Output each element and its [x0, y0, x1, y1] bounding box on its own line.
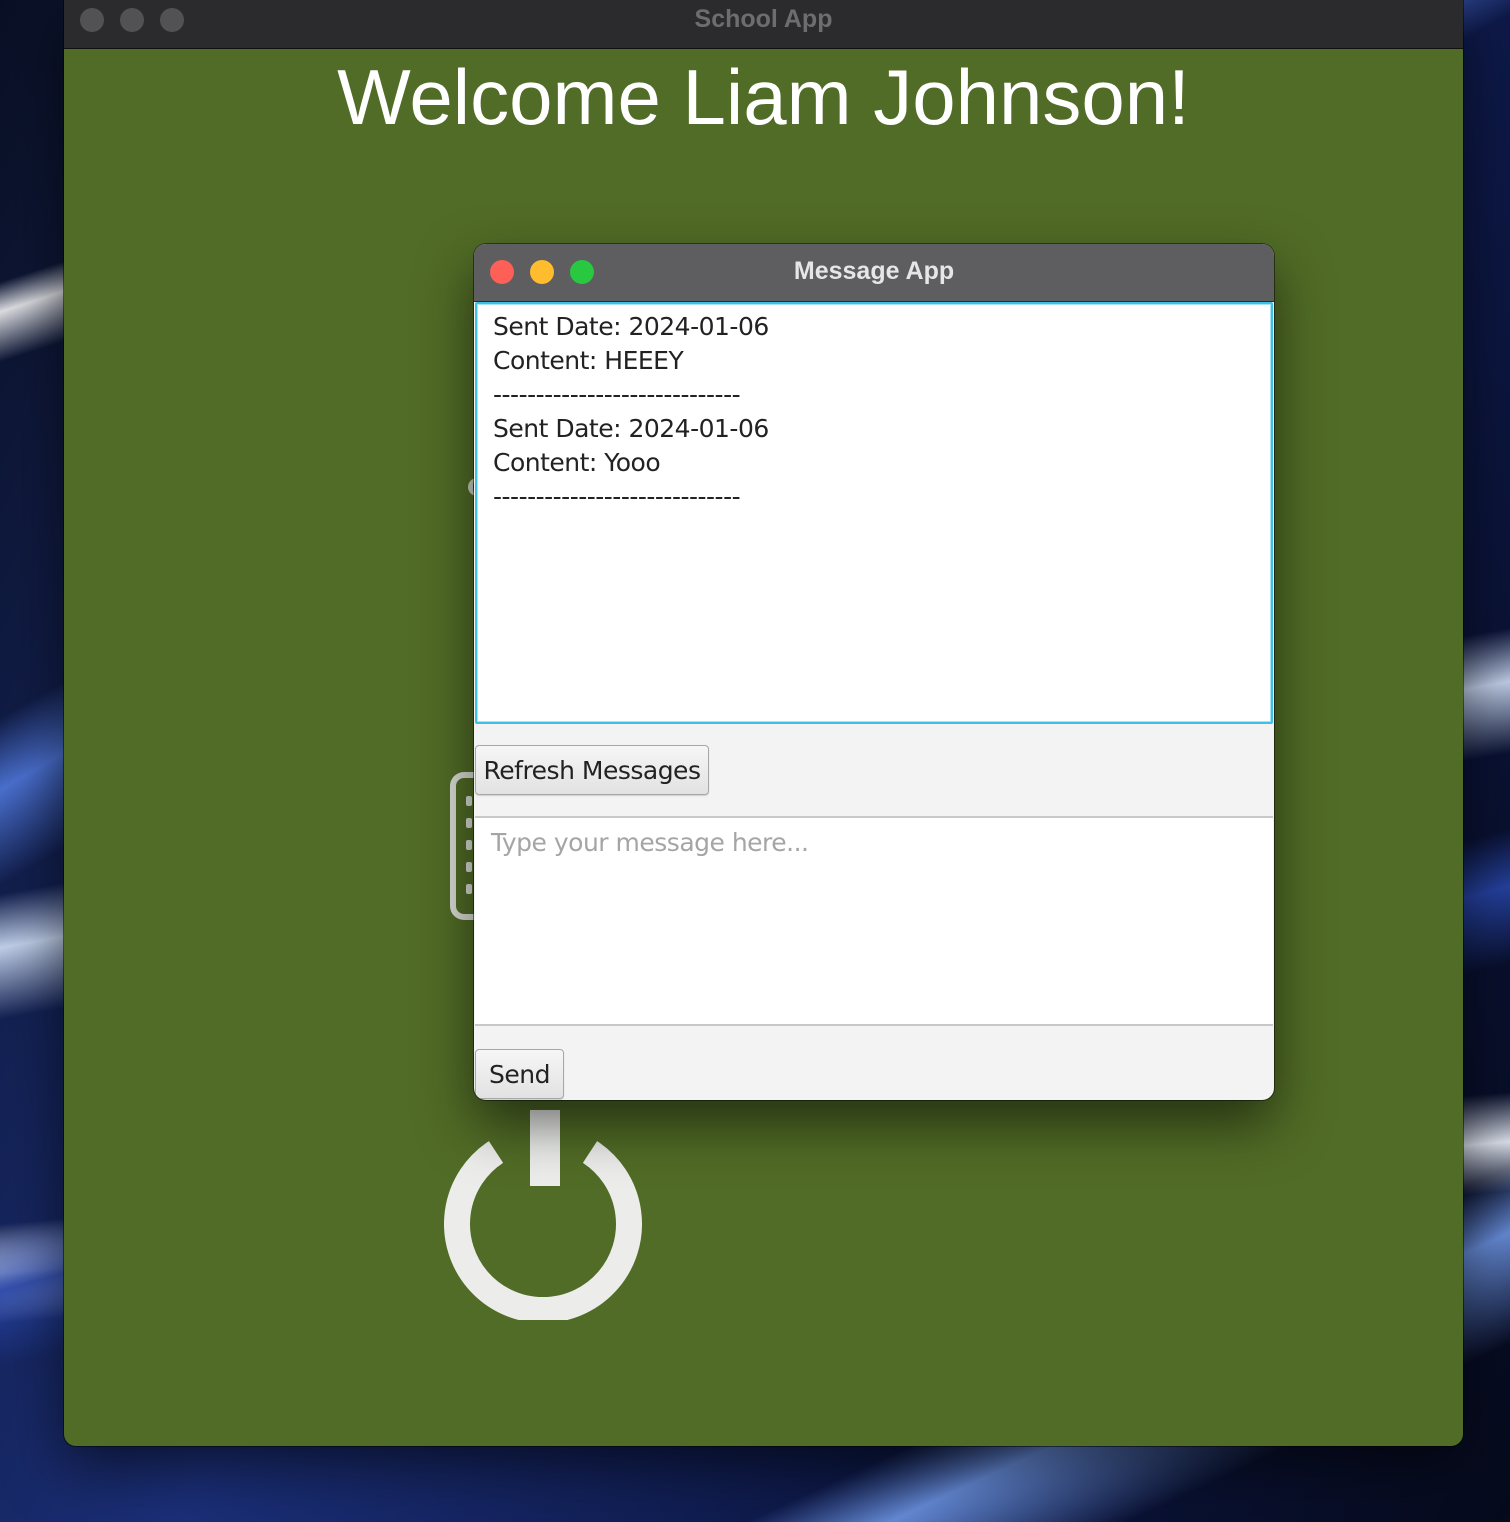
window-title: Message App	[793, 257, 955, 285]
log-line-sent-date: Sent Date: 2024-01-06	[493, 312, 769, 341]
welcome-heading: Welcome Liam Johnson!	[337, 53, 1190, 141]
message-app-window: Message App Sent Date: 2024-01-06 Conten…	[474, 244, 1274, 1100]
window-title: School App	[694, 5, 833, 33]
message-input-placeholder: Type your message here...	[491, 828, 809, 857]
message-input[interactable]: Type your message here...	[475, 816, 1273, 1026]
log-line-content: Content: HEEEY	[493, 346, 684, 375]
log-line-content: Content: Yooo	[493, 448, 661, 477]
school-app-titlebar: School App	[64, 0, 1463, 49]
log-line-separator: -----------------------------	[493, 380, 741, 409]
message-app-titlebar: Message App	[474, 244, 1274, 302]
message-log[interactable]: Sent Date: 2024-01-06 Content: HEEEY ---…	[475, 302, 1273, 724]
power-icon[interactable]	[444, 1110, 644, 1324]
log-line-sent-date: Sent Date: 2024-01-06	[493, 414, 769, 443]
send-button[interactable]: Send	[475, 1049, 564, 1099]
log-line-separator: -----------------------------	[493, 482, 741, 511]
refresh-messages-button[interactable]: Refresh Messages	[475, 745, 709, 795]
